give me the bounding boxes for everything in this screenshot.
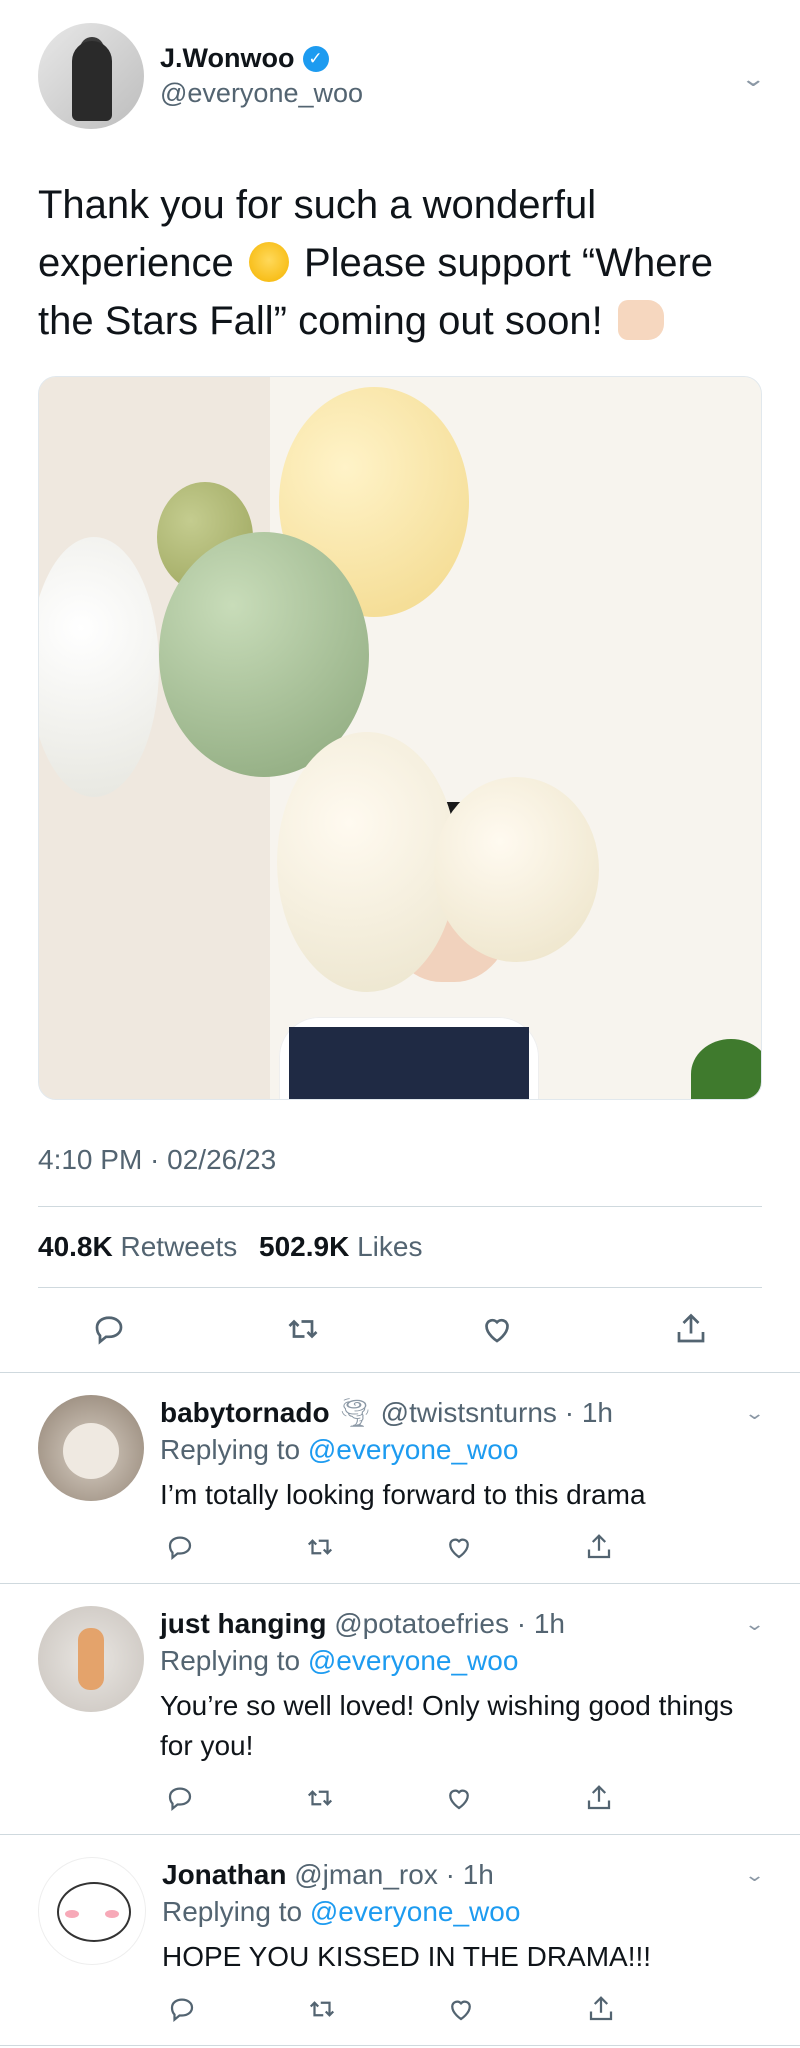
cartoon-cheek-shape [65, 1910, 79, 1918]
chevron-down-icon[interactable]: ⌄ [744, 1614, 765, 1635]
retweets-count[interactable]: 40.8K [38, 1231, 113, 1262]
reply-avatar[interactable] [38, 1395, 144, 1501]
author-names: J.Wonwoo ✓ @everyone_woo [160, 43, 363, 109]
reply-name[interactable]: babytornado [160, 1397, 330, 1428]
author-name[interactable]: J.Wonwoo [160, 43, 295, 74]
reply-dot-separator: · [556, 1397, 582, 1428]
reply-header: babytornado 🌪 @twistsnturns · 1h [160, 1395, 762, 1431]
retweet-icon[interactable] [304, 1991, 340, 2027]
reply-header: just hanging @potatoefries · 1h [160, 1606, 762, 1642]
chevron-down-icon[interactable]: ⌄ [744, 1403, 765, 1424]
reply-text: I’m totally looking forward to this dram… [160, 1479, 646, 1510]
cat-face-shape [63, 1423, 119, 1479]
author-avatar[interactable] [38, 23, 144, 129]
reply-icon[interactable] [88, 1308, 130, 1350]
reply-time: 1h [533, 1608, 566, 1639]
replying-prefix: Replying to [160, 1645, 301, 1676]
reply-avatar[interactable] [38, 1857, 146, 1965]
person-jeans-shape [289, 1027, 529, 1099]
replying-to: Replying to @everyone_woo [160, 1642, 762, 1680]
likes-count[interactable]: 502.9K [259, 1231, 349, 1262]
reply-text: HOPE YOU KISSED IN THE DRAMA!!! [162, 1941, 652, 1972]
replying-to-link[interactable]: @everyone_woo [310, 1896, 521, 1927]
share-icon[interactable] [583, 1991, 619, 2027]
reply-name[interactable]: Jonathan [162, 1859, 286, 1890]
tornado-emoji-icon: 🌪 [337, 1397, 373, 1428]
reply-dot-separator: · [508, 1608, 534, 1639]
reply-icon[interactable] [162, 1780, 198, 1816]
author-handle[interactable]: @everyone_woo [160, 78, 363, 109]
share-icon[interactable] [581, 1780, 617, 1816]
tweet-stats: 40.8K Retweets 502.9K Likes [38, 1207, 762, 1288]
balloon-cream-right [434, 777, 599, 962]
reply-handle[interactable]: @twistsnturns [381, 1397, 557, 1428]
reply-icon[interactable] [164, 1991, 200, 2027]
reply-actions [162, 1529, 617, 1565]
replying-to: Replying to @everyone_woo [162, 1893, 762, 1931]
reply-dot-separator: · [437, 1859, 463, 1890]
cartoon-cheek-shape [105, 1910, 119, 1918]
like-icon[interactable] [476, 1308, 518, 1350]
hanging-figure-shape [78, 1628, 104, 1690]
reply-avatar[interactable] [38, 1606, 144, 1712]
reply-name[interactable]: just hanging [160, 1608, 326, 1639]
grinning-emoji-icon [248, 242, 289, 282]
tweet-text: Thank you for such a wonderful experienc… [38, 176, 762, 350]
share-icon[interactable] [581, 1529, 617, 1565]
likes-label[interactable]: Likes [357, 1231, 422, 1262]
share-icon[interactable] [670, 1308, 712, 1350]
retweet-icon[interactable] [282, 1308, 324, 1350]
replying-to-link[interactable]: @everyone_woo [308, 1645, 519, 1676]
reply-actions [164, 1991, 619, 2027]
verified-badge-icon: ✓ [302, 45, 329, 72]
replying-prefix: Replying to [162, 1896, 303, 1927]
chevron-down-icon[interactable]: ⌄ [744, 1865, 765, 1886]
reply-icon[interactable] [162, 1529, 198, 1565]
reply-item[interactable]: babytornado 🌪 @twistsnturns · 1h Replyin… [0, 1373, 800, 1584]
tweet-header: J.Wonwoo ✓ @everyone_woo [38, 20, 762, 132]
replying-prefix: Replying to [160, 1434, 301, 1465]
reply-header: Jonathan @jman_rox · 1h [162, 1857, 762, 1893]
reply-item[interactable]: just hanging @potatoefries · 1h Replying… [0, 1584, 800, 1835]
reply-handle[interactable]: @potatoefries [334, 1608, 509, 1639]
author-name-row: J.Wonwoo ✓ [160, 43, 363, 74]
reply-handle[interactable]: @jman_rox [294, 1859, 438, 1890]
thumbs-up-emoji-icon [617, 300, 664, 340]
balloon-cream-front [277, 732, 457, 992]
replying-to-link[interactable]: @everyone_woo [308, 1434, 519, 1465]
reply-time: 1h [462, 1859, 494, 1890]
replying-to: Replying to @everyone_woo [160, 1431, 762, 1469]
retweet-icon[interactable] [302, 1780, 338, 1816]
reply-item[interactable]: Jonathan @jman_rox · 1h Replying to @eve… [0, 1835, 800, 2046]
retweets-label[interactable]: Retweets [121, 1231, 238, 1262]
chevron-down-icon[interactable]: ⌄ [740, 66, 766, 92]
tweet-timestamp: 4:10 PM · 02/26/23 [38, 1144, 762, 1207]
like-icon[interactable] [443, 1991, 479, 2027]
main-tweet: J.Wonwoo ✓ @everyone_woo ⌄ Thank you for… [0, 0, 800, 1372]
reply-body: Jonathan @jman_rox · 1h Replying to @eve… [162, 1857, 762, 2027]
tweet-actions [38, 1288, 762, 1372]
avatar-figure-shape [72, 41, 112, 121]
like-icon[interactable] [441, 1529, 477, 1565]
reply-actions [162, 1780, 617, 1816]
reply-time: 1h [581, 1397, 613, 1428]
tweet-photo[interactable] [38, 376, 762, 1100]
like-icon[interactable] [441, 1780, 477, 1816]
reply-body: just hanging @potatoefries · 1h Replying… [160, 1606, 762, 1816]
reply-body: babytornado 🌪 @twistsnturns · 1h Replyin… [160, 1395, 762, 1565]
retweet-icon[interactable] [302, 1529, 338, 1565]
reply-text: You’re so well loved! Only wishing good … [160, 1690, 734, 1761]
